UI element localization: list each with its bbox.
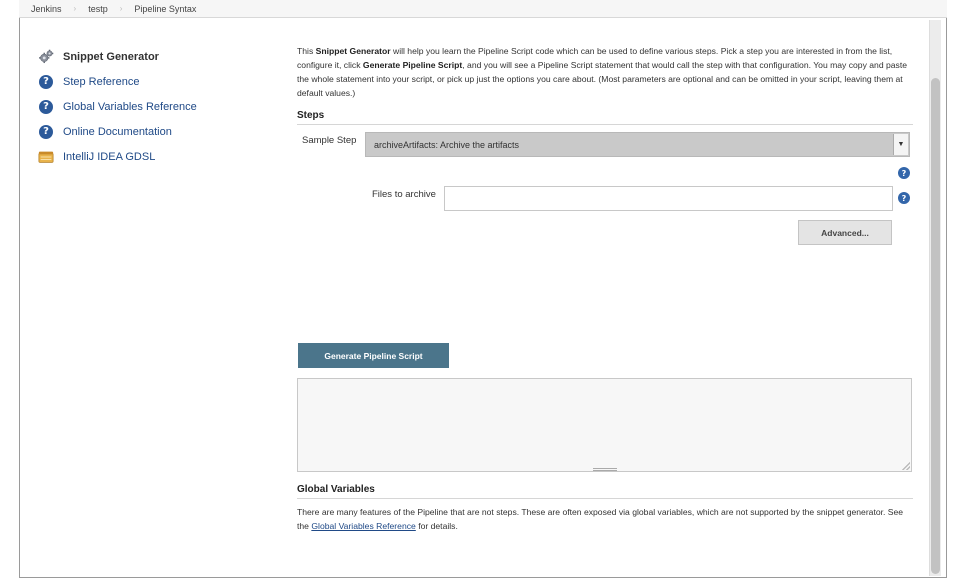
vertical-scrollbar[interactable] bbox=[929, 20, 941, 576]
main-content: This Snippet Generator will help you lea… bbox=[297, 44, 913, 100]
sidebar: Snippet Generator ? Step Reference ? Glo… bbox=[35, 44, 275, 169]
scrollbar-thumb[interactable] bbox=[931, 78, 940, 574]
sidebar-item-global-variables-reference[interactable]: ? Global Variables Reference bbox=[35, 94, 275, 119]
generate-script-emphasis: Generate Pipeline Script bbox=[362, 60, 463, 70]
intro-text: This Snippet Generator will help you lea… bbox=[297, 46, 908, 98]
sample-step-help-icon[interactable]: ? bbox=[898, 167, 910, 179]
help-icon: ? bbox=[38, 99, 54, 115]
breadcrumb-separator: › bbox=[73, 4, 77, 13]
sample-step-label: Sample Step bbox=[302, 135, 357, 146]
breadcrumb: Jenkins › testp › Pipeline Syntax bbox=[19, 0, 947, 18]
breadcrumb-separator: › bbox=[119, 4, 123, 13]
sidebar-item-intellij-idea-gdsl[interactable]: IntelliJ IDEA GDSL bbox=[35, 144, 275, 169]
resize-grip[interactable] bbox=[593, 468, 617, 471]
sample-step-value: archiveArtifacts: Archive the artifacts bbox=[374, 139, 520, 150]
sidebar-item-label: Step Reference bbox=[63, 75, 140, 88]
generate-pipeline-script-button[interactable]: Generate Pipeline Script bbox=[298, 343, 449, 368]
resize-corner-icon[interactable] bbox=[902, 462, 910, 470]
sidebar-item-label: Snippet Generator bbox=[63, 50, 159, 63]
sidebar-item-snippet-generator[interactable]: Snippet Generator bbox=[35, 44, 275, 69]
breadcrumb-pipeline-syntax[interactable]: Pipeline Syntax bbox=[134, 4, 196, 14]
advanced-button[interactable]: Advanced... bbox=[798, 220, 892, 245]
breadcrumb-testp[interactable]: testp bbox=[88, 4, 108, 14]
help-icon: ? bbox=[38, 74, 54, 90]
files-to-archive-label: Files to archive bbox=[372, 189, 436, 200]
sidebar-item-label: Global Variables Reference bbox=[63, 100, 197, 113]
gears-icon bbox=[38, 49, 54, 65]
generated-script-output[interactable] bbox=[297, 378, 912, 472]
sidebar-item-online-documentation[interactable]: ? Online Documentation bbox=[35, 119, 275, 144]
steps-section-title: Steps bbox=[297, 110, 913, 125]
global-variables-title: Global Variables bbox=[297, 484, 913, 499]
global-variables-text: There are many features of the Pipeline … bbox=[297, 507, 904, 531]
help-icon: ? bbox=[38, 124, 54, 140]
snippet-generator-emphasis: Snippet Generator bbox=[315, 46, 391, 56]
files-to-archive-help-icon[interactable]: ? bbox=[898, 192, 910, 204]
files-to-archive-input[interactable] bbox=[444, 186, 893, 211]
notepad-icon bbox=[38, 149, 54, 165]
global-variables-reference-link[interactable]: Global Variables Reference bbox=[311, 521, 415, 531]
sidebar-item-step-reference[interactable]: ? Step Reference bbox=[35, 69, 275, 94]
sidebar-item-label: Online Documentation bbox=[63, 125, 172, 138]
dropdown-arrow-icon: ▼ bbox=[893, 134, 908, 155]
sidebar-item-label: IntelliJ IDEA GDSL bbox=[63, 150, 156, 163]
sample-step-select[interactable]: archiveArtifacts: Archive the artifacts … bbox=[365, 132, 910, 157]
breadcrumb-jenkins[interactable]: Jenkins bbox=[31, 4, 62, 14]
